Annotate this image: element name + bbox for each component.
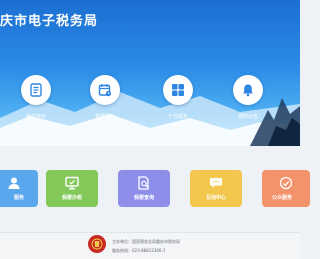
quick-action-label: 我的待办	[25, 114, 46, 120]
quick-action-booking[interactable]: 我要预约	[75, 75, 135, 120]
tile-label: 公众服务	[271, 195, 292, 201]
tile-label: 服务	[13, 195, 24, 201]
page-footer: 主办单位：国家税务总局重庆市税务局 服务热线：023-88812366-1	[0, 232, 300, 259]
chat-bubble-icon	[209, 176, 223, 190]
grid-apps-icon	[163, 75, 193, 105]
tax-emblem-icon	[88, 235, 106, 253]
footer-hotline: 服务热线：023-88812366-1	[112, 248, 166, 253]
hero-banner: 庆市电子税务局 我的待办 我要预约 个性服务 通知公告	[0, 0, 300, 146]
tile-query[interactable]: 我要查询	[118, 170, 170, 207]
bell-icon	[233, 75, 263, 105]
calendar-booking-icon	[90, 75, 120, 105]
site-title: 庆市电子税务局	[0, 14, 99, 29]
document-search-icon	[137, 176, 151, 190]
tile-interaction-center[interactable]: 互动中心	[190, 170, 242, 207]
tile-label: 互动中心	[205, 195, 226, 201]
public-service-icon	[279, 176, 293, 190]
user-icon	[7, 176, 21, 190]
quick-action-label: 通知公告	[237, 114, 258, 120]
quick-action-label: 个性服务	[167, 114, 188, 120]
tile-label: 我要办税	[61, 195, 82, 201]
quick-action-personal-service[interactable]: 个性服务	[148, 75, 208, 120]
tile-public-service[interactable]: 公众服务	[262, 170, 310, 207]
tile-tax-filing[interactable]: 我要办税	[46, 170, 98, 207]
quick-action-my-todo[interactable]: 我的待办	[6, 75, 66, 120]
footer-sponsor: 主办单位：国家税务总局重庆市税务局	[112, 239, 180, 244]
quick-action-label: 我要预约	[94, 114, 115, 120]
service-tiles: 服务 我要办税 我要查询 互动中心 公众服务	[0, 170, 310, 207]
tile-service[interactable]: 服务	[0, 170, 38, 207]
tile-label: 我要查询	[133, 195, 154, 201]
todo-list-icon	[21, 75, 51, 105]
quick-action-notices[interactable]: 通知公告	[218, 75, 278, 120]
monitor-icon	[65, 176, 79, 190]
